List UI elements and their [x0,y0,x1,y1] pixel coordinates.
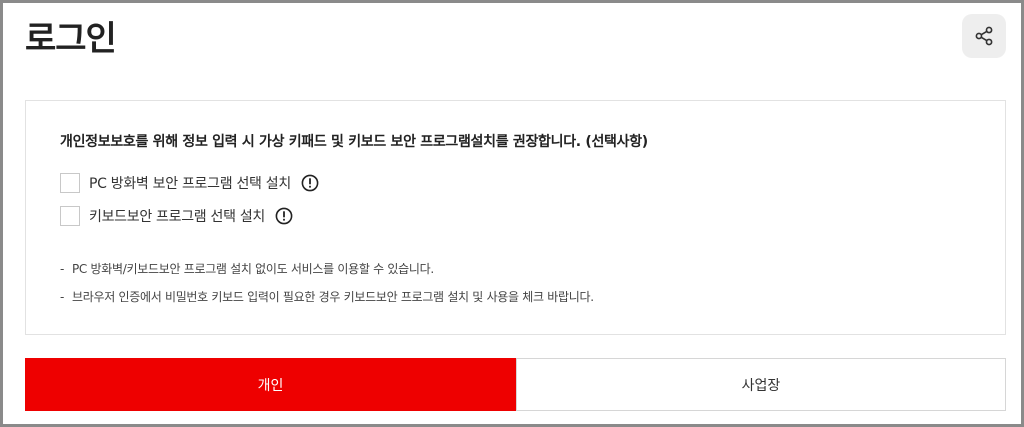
security-notice-box: 개인정보보호를 위해 정보 입력 시 가상 키패드 및 키보드 보안 프로그램설… [25,100,1006,335]
notice-item: - PC 방화벽/키보드보안 프로그램 설치 없이도 서비스를 이용할 수 있습니… [60,260,434,277]
login-type-tabs: 개인 사업장 [25,358,1006,411]
notice-text: PC 방화벽/키보드보안 프로그램 설치 없이도 서비스를 이용할 수 있습니다… [72,262,434,276]
keyboard-security-option[interactable]: 키보드보안 프로그램 선택 설치 [60,206,293,226]
keyboard-security-option-label: 키보드보안 프로그램 선택 설치 [89,209,265,225]
notice-item: - 브라우저 인증에서 비밀번호 키보드 입력이 필요한 경우 키보드보안 프로그… [60,288,594,305]
keyboard-security-checkbox[interactable] [60,206,80,226]
info-icon[interactable] [275,207,293,225]
tab-business[interactable]: 사업장 [516,358,1006,411]
security-headline: 개인정보보호를 위해 정보 입력 시 가상 키패드 및 키보드 보안 프로그램설… [60,134,648,150]
share-button[interactable] [962,14,1006,58]
info-icon[interactable] [301,174,319,192]
firewall-checkbox[interactable] [60,173,80,193]
share-icon [973,25,995,47]
firewall-option-label: PC 방화벽 보안 프로그램 선택 설치 [89,176,291,192]
notice-bullet: - [60,290,65,304]
notice-text: 브라우저 인증에서 비밀번호 키보드 입력이 필요한 경우 키보드보안 프로그램… [72,290,594,304]
tab-personal[interactable]: 개인 [25,358,516,411]
page-title: 로그인 [25,19,117,59]
firewall-option[interactable]: PC 방화벽 보안 프로그램 선택 설치 [60,173,319,193]
page-frame: 로그인 개인정보보호를 위해 정보 입력 시 가상 키패드 및 키보드 보안 프… [0,0,1024,427]
notice-bullet: - [60,262,65,276]
